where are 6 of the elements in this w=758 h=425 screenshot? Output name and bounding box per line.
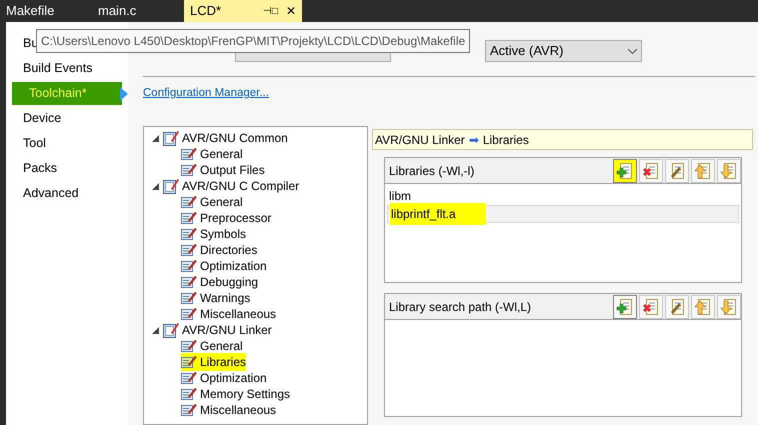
breadcrumb-current: Libraries — [482, 132, 529, 149]
list-title: Libraries (-Wl,-l) — [389, 162, 474, 180]
path-tooltip: C:\Users\Lenovo L450\Desktop\FrenGP\MIT\Projekty\LCD\LCD\Debug\Makefile — [36, 29, 470, 53]
breadcrumb-arrow: ➡ — [468, 132, 479, 149]
list-title: Library search path (-Wl,L) — [389, 298, 532, 316]
breadcrumb-parent: AVR/GNU Linker — [375, 132, 465, 149]
